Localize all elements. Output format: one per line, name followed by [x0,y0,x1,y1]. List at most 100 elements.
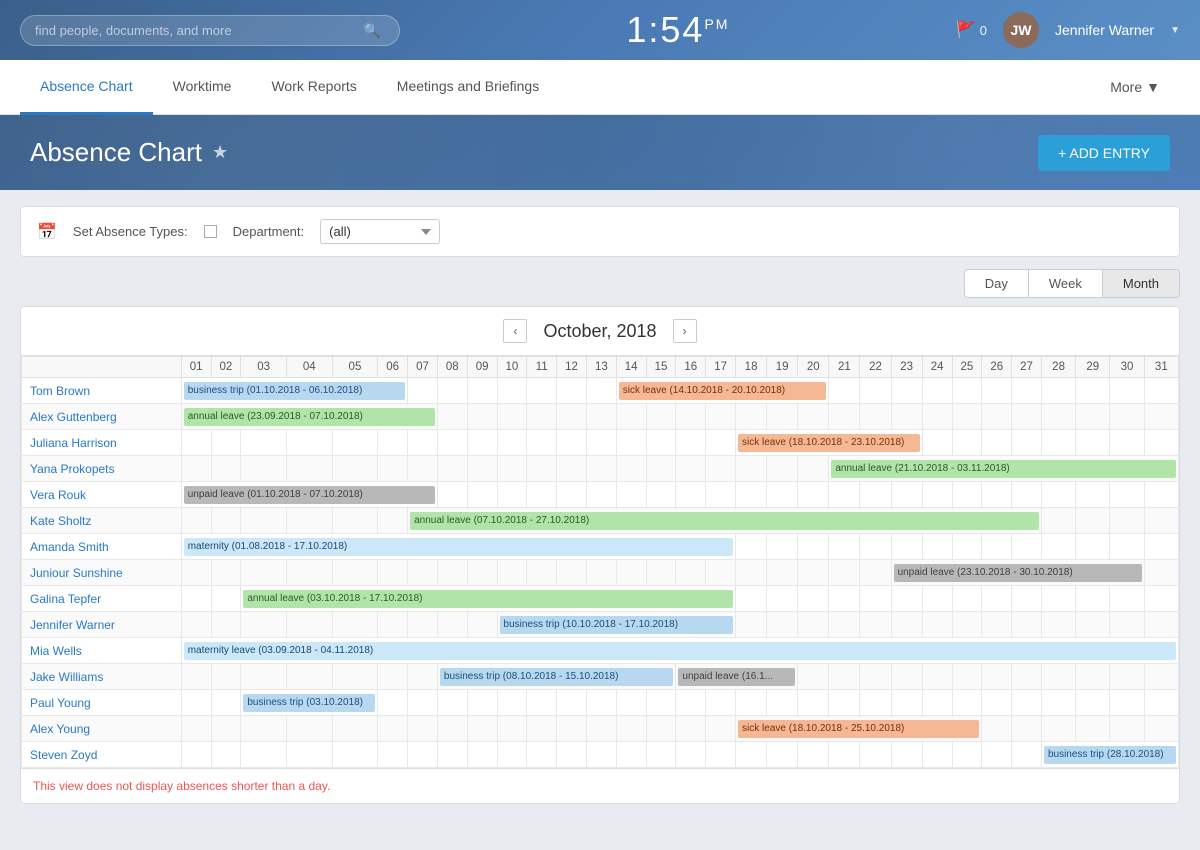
event-bar[interactable]: annual leave (21.10.2018 - 03.11.2018) [831,460,1176,478]
employee-name[interactable]: Amanda Smith [22,534,182,560]
event-bar[interactable]: maternity (01.08.2018 - 17.10.2018) [184,538,733,556]
avatar[interactable]: JW [1003,12,1039,48]
empty-cell [860,534,891,560]
empty-cell [860,404,891,430]
nav-more[interactable]: More ▼ [1090,60,1180,114]
department-label: Department: [233,224,305,239]
employee-name[interactable]: Tom Brown [22,378,182,404]
employee-name[interactable]: Yana Prokopets [22,456,182,482]
empty-cell [1144,534,1178,560]
nav-item-meetings[interactable]: Meetings and Briefings [377,60,559,115]
employee-name[interactable]: Jake Williams [22,664,182,690]
empty-cell [332,508,378,534]
nav-item-work-reports[interactable]: Work Reports [251,60,376,115]
nav-item-worktime[interactable]: Worktime [153,60,252,115]
employee-name[interactable]: Kate Sholtz [22,508,182,534]
empty-cell [1076,430,1110,456]
empty-cell [181,508,211,534]
empty-cell [497,482,527,508]
empty-cell [1076,404,1110,430]
employee-name[interactable]: Steven Zoyd [22,742,182,768]
day-header-12: 12 [557,357,587,378]
empty-cell [736,742,767,768]
event-bar[interactable]: annual leave (23.09.2018 - 07.10.2018) [184,408,435,426]
event-bar[interactable]: annual leave (07.10.2018 - 27.10.2018) [410,512,1039,530]
day-header-11: 11 [527,357,557,378]
empty-cell [497,716,527,742]
next-month-button[interactable]: › [673,319,697,343]
month-title: October, 2018 [543,321,656,342]
event-bar[interactable]: sick leave (18.10.2018 - 23.10.2018) [738,434,920,452]
empty-cell [922,586,952,612]
empty-cell [922,430,952,456]
event-bar[interactable]: business trip (01.10.2018 - 06.10.2018) [184,382,405,400]
empty-cell [211,508,241,534]
day-header-10: 10 [497,357,527,378]
nav-item-absence-chart[interactable]: Absence Chart [20,60,153,115]
event-bar[interactable]: unpaid leave (23.10.2018 - 30.10.2018) [894,564,1142,582]
event-bar[interactable]: maternity leave (03.09.2018 - 04.11.2018… [184,642,1176,660]
employee-name[interactable]: Jennifer Warner [22,612,182,638]
empty-cell [676,430,706,456]
empty-cell [497,690,527,716]
empty-cell [557,690,587,716]
event-bar[interactable]: business trip (10.10.2018 - 17.10.2018) [500,616,734,634]
view-day-button[interactable]: Day [964,269,1029,298]
empty-cell [378,612,408,638]
employee-name[interactable]: Mia Wells [22,638,182,664]
empty-cell [497,430,527,456]
view-month-button[interactable]: Month [1102,269,1180,298]
employee-name[interactable]: Galina Tepfer [22,586,182,612]
empty-cell [467,404,497,430]
add-entry-button[interactable]: + ADD ENTRY [1038,135,1170,171]
empty-cell [767,482,798,508]
employee-name[interactable]: Juniour Sunshine [22,560,182,586]
empty-cell [586,742,616,768]
empty-cell [646,482,676,508]
search-box[interactable]: 🔍 [20,15,400,46]
event-bar[interactable]: business trip (03.10.2018) [243,694,375,712]
empty-cell [1012,430,1042,456]
event-bar[interactable]: business trip (28.10.2018) [1044,746,1176,764]
department-select[interactable]: (all) [320,219,440,244]
empty-cell [891,690,922,716]
day-header-06: 06 [378,357,408,378]
event-bar[interactable]: business trip (08.10.2018 - 15.10.2018) [440,668,674,686]
event-bar[interactable]: unpaid leave (16.1... [678,668,795,686]
empty-cell [952,612,982,638]
view-week-button[interactable]: Week [1028,269,1103,298]
empty-cell [982,404,1012,430]
event-cell: unpaid leave (01.10.2018 - 07.10.2018) [181,482,437,508]
view-controls: Day Week Month [20,269,1180,298]
absence-types-checkbox[interactable] [204,225,217,238]
empty-cell [1041,690,1075,716]
empty-cell [181,612,211,638]
empty-cell [891,482,922,508]
empty-cell [378,560,408,586]
empty-cell [497,378,527,404]
empty-cell [241,664,287,690]
empty-cell [586,482,616,508]
prev-month-button[interactable]: ‹ [503,319,527,343]
employee-name[interactable]: Vera Rouk [22,482,182,508]
event-bar[interactable]: sick leave (14.10.2018 - 20.10.2018) [619,382,827,400]
search-input[interactable] [35,23,355,38]
empty-cell [437,482,467,508]
user-name[interactable]: Jennifer Warner [1055,22,1154,38]
employee-name[interactable]: Alex Guttenberg [22,404,182,430]
empty-cell [241,560,287,586]
empty-cell [332,664,378,690]
employee-name[interactable]: Paul Young [22,690,182,716]
empty-cell [860,690,891,716]
empty-cell [767,534,798,560]
empty-cell [829,404,860,430]
event-bar[interactable]: unpaid leave (01.10.2018 - 07.10.2018) [184,486,435,504]
month-header: ‹ October, 2018 › [21,307,1179,356]
empty-cell [736,404,767,430]
employee-name[interactable]: Alex Young [22,716,182,742]
event-bar[interactable]: sick leave (18.10.2018 - 25.10.2018) [738,720,979,738]
employee-name[interactable]: Juliana Harrison [22,430,182,456]
event-bar[interactable]: annual leave (03.10.2018 - 17.10.2018) [243,590,733,608]
empty-cell [646,742,676,768]
star-icon[interactable]: ★ [212,142,228,163]
